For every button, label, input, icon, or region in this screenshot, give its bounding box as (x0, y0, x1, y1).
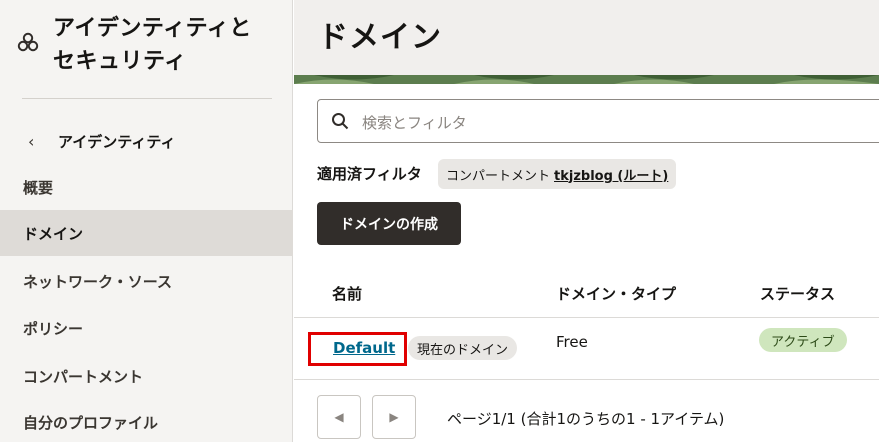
sidebar-item-domains[interactable]: ドメイン (0, 210, 293, 256)
sidebar-divider (22, 98, 272, 99)
sidebar-item-network-sources[interactable]: ネットワーク・ソース (0, 258, 293, 304)
sidebar-item-compartments[interactable]: コンパートメント (0, 353, 293, 399)
sidebar-item-label: ネットワーク・ソース (23, 272, 172, 291)
column-header-domain-type[interactable]: ドメイン・タイプ (556, 283, 676, 304)
column-header-name[interactable]: 名前 (332, 283, 362, 304)
sidebar-title: アイデンティティと セキュリティ (53, 12, 252, 78)
decorative-banner (294, 75, 879, 84)
sidebar-header: アイデンティティと セキュリティ (0, 0, 293, 99)
sidebar-item-policies[interactable]: ポリシー (0, 305, 293, 351)
sidebar-item-label: コンパートメント (23, 367, 144, 386)
table-header-divider (294, 317, 879, 318)
search-icon (332, 113, 349, 130)
column-header-status[interactable]: ステータス (760, 283, 835, 304)
sidebar-item-label: 自分のプロファイル (23, 413, 159, 432)
sidebar-item-label: ポリシー (23, 319, 84, 338)
chevron-right-icon: ▶ (389, 410, 399, 424)
status-badge: アクティブ (759, 328, 847, 352)
sidebar-item-label: ドメイン (23, 224, 84, 243)
domain-type-cell: Free (556, 333, 588, 351)
filter-chip-value[interactable]: tkjzblog (ルート) (554, 165, 668, 184)
sidebar-item-label: 概要 (23, 178, 54, 197)
create-domain-button[interactable]: ドメインの作成 (317, 202, 461, 245)
page-header: ドメイン (294, 0, 879, 75)
search-placeholder: 検索とフィルタ (362, 114, 467, 132)
domain-name-link[interactable]: Default (333, 339, 395, 357)
main-content: ドメイン 検索とフィルタ 適用済フィルタ コンパートメント tkjzblog (… (294, 0, 879, 442)
back-link-label: アイデンティティ (58, 132, 176, 151)
page-title: ドメイン (318, 20, 442, 55)
search-input[interactable]: 検索とフィルタ (317, 99, 879, 143)
chevron-left-icon: ◀ (334, 410, 344, 424)
table-row-divider (294, 379, 879, 380)
sidebar-title-line2: セキュリティ (53, 49, 187, 74)
previous-page-button[interactable]: ◀ (317, 395, 361, 439)
next-page-button[interactable]: ▶ (372, 395, 416, 439)
back-to-identity-link[interactable]: ‹ アイデンティティ (28, 128, 175, 154)
filter-chip-prefix: コンパートメント (446, 168, 551, 184)
sidebar-item-my-profile[interactable]: 自分のプロファイル (0, 399, 293, 442)
pagination-status: ページ1/1 (合計1のうちの1 - 1アイテム) (447, 410, 725, 428)
compartment-filter-chip[interactable]: コンパートメント tkjzblog (ルート) (438, 159, 677, 189)
chevron-left-icon: ‹ (28, 131, 35, 151)
identity-security-icon (17, 32, 39, 52)
applied-filters-label: 適用済フィルタ (317, 165, 422, 183)
sidebar-title-line1: アイデンティティと (53, 16, 252, 41)
current-domain-badge: 現在のドメイン (408, 336, 518, 360)
sidebar: アイデンティティと セキュリティ ‹ アイデンティティ 概要 ドメイン ネットワ… (0, 0, 293, 442)
sidebar-item-overview[interactable]: 概要 (0, 164, 293, 210)
